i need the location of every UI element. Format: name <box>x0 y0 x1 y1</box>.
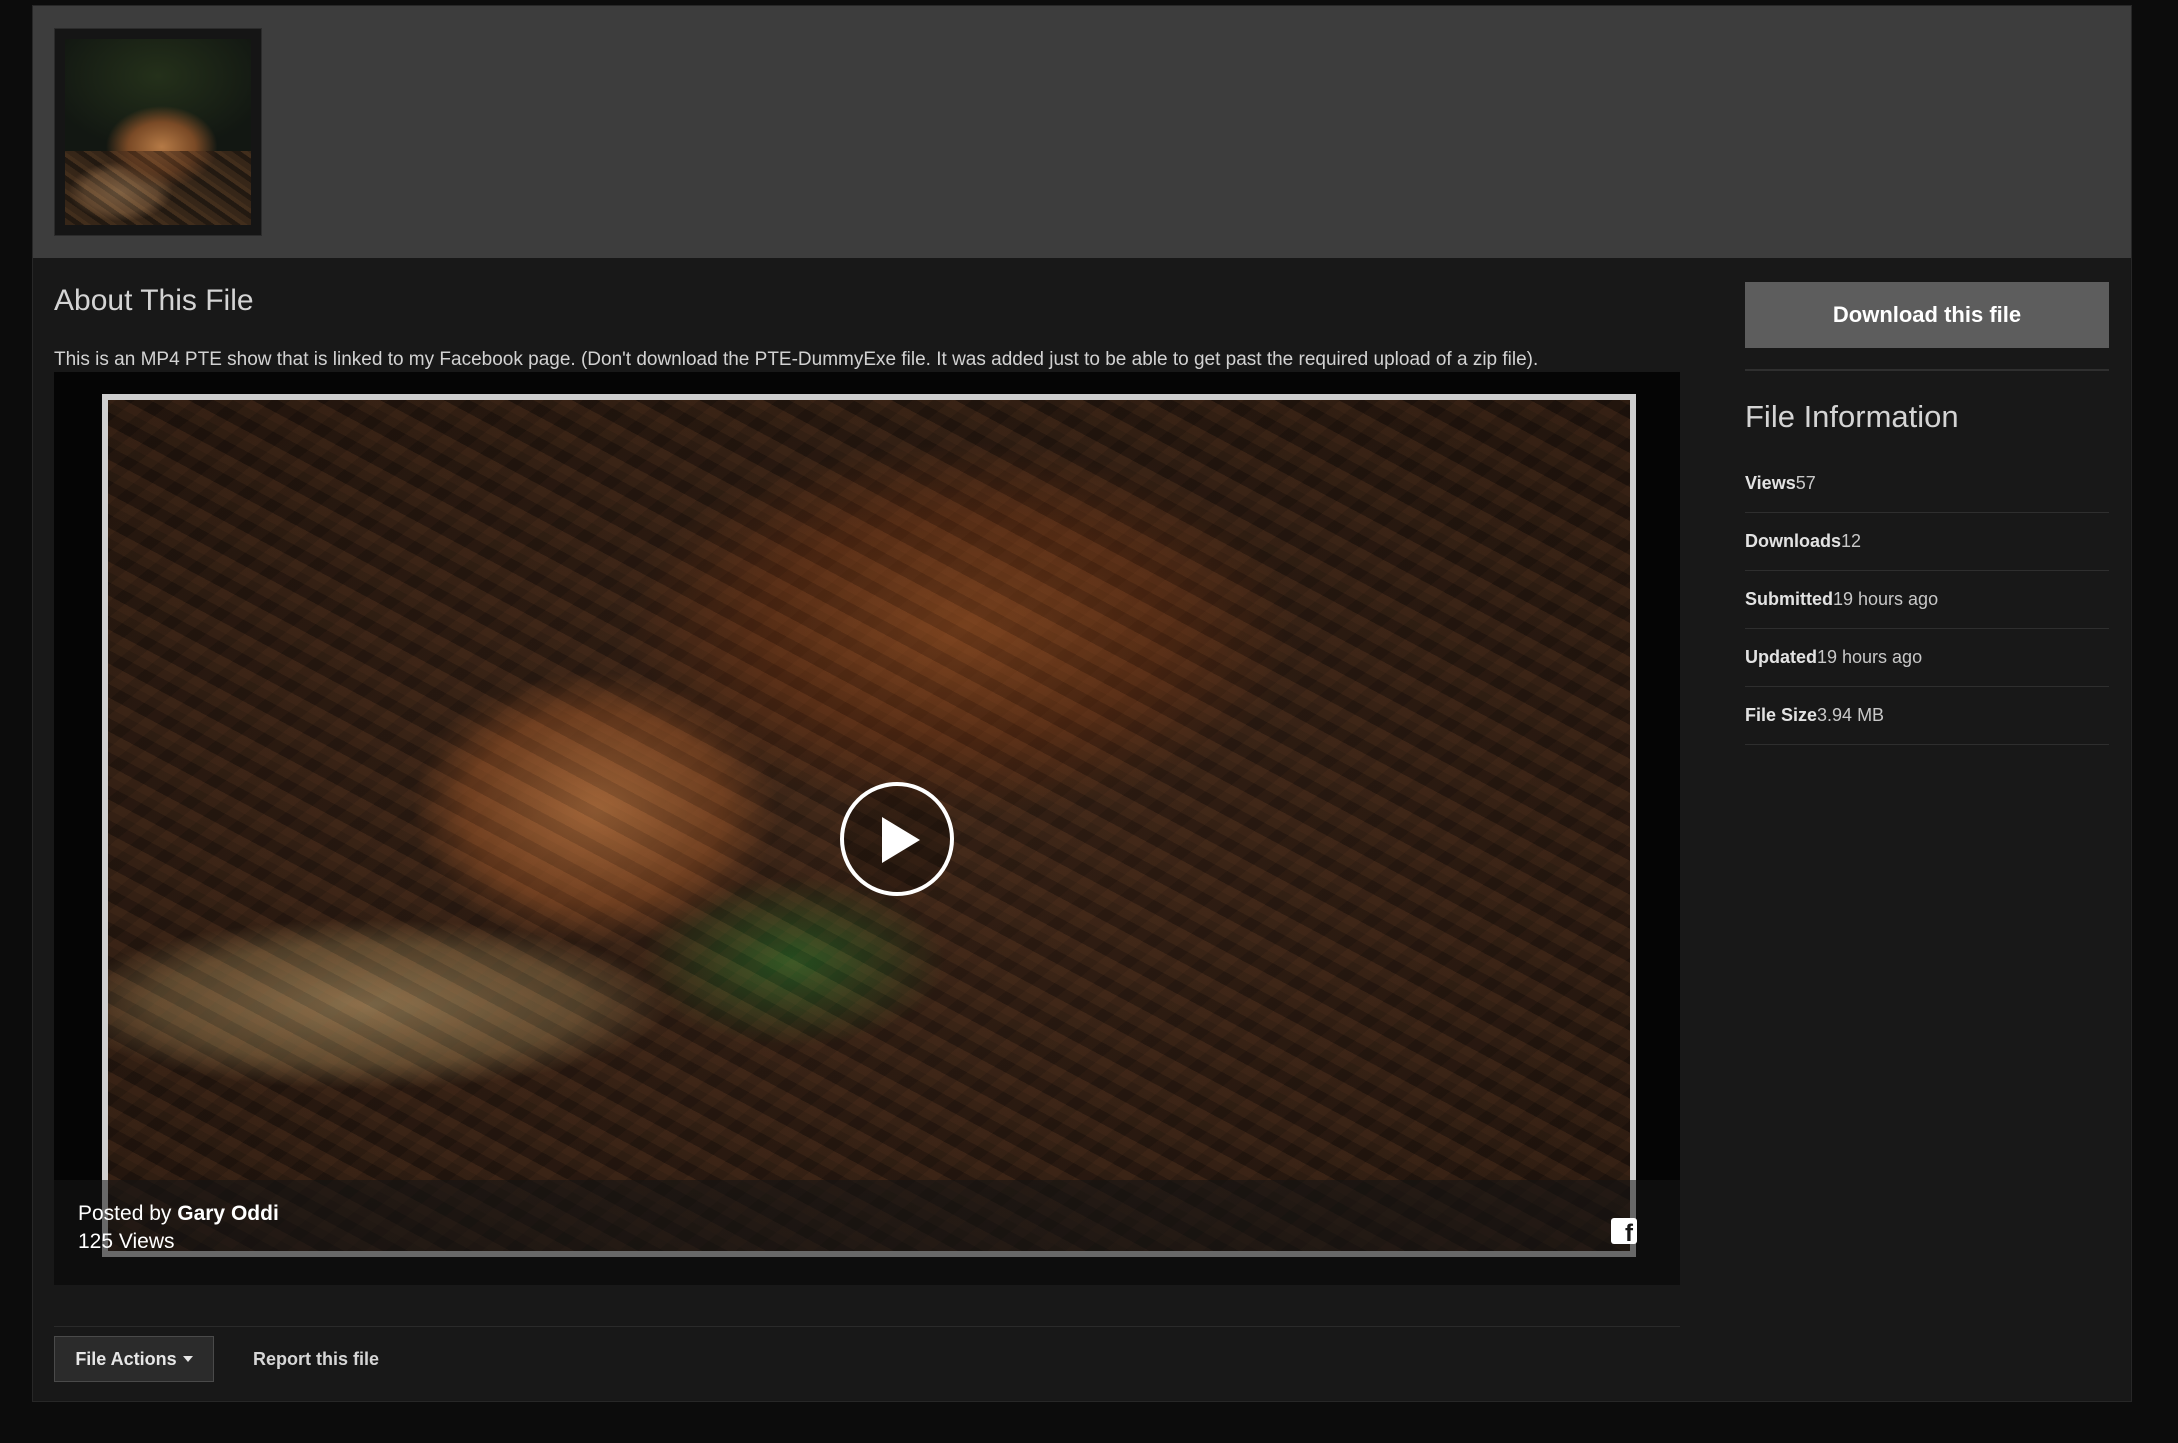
sidebar-divider <box>1745 369 2109 371</box>
file-page-card: About This File This is an MP4 PTE show … <box>32 5 2132 1402</box>
info-value: 19 hours ago <box>1833 589 1939 609</box>
report-file-link[interactable]: Report this file <box>253 1349 379 1370</box>
info-row-file-size: File Size 3.94 MB <box>1745 687 2109 745</box>
info-row-submitted: Submitted 19 hours ago <box>1745 571 2109 629</box>
thumbnail-image <box>65 39 251 225</box>
actions-divider <box>54 1326 1680 1327</box>
info-row-downloads: Downloads 12 <box>1745 513 2109 571</box>
file-actions-button[interactable]: File Actions <box>54 1336 214 1382</box>
info-key: Submitted <box>1745 589 1833 609</box>
info-value: 3.94 MB <box>1817 705 1885 725</box>
facebook-icon[interactable]: f <box>1611 1218 1637 1246</box>
info-key: Updated <box>1745 647 1817 667</box>
info-value: 12 <box>1841 531 1862 551</box>
video-info-bar <box>54 1180 1680 1285</box>
info-value: 19 hours ago <box>1817 647 1923 667</box>
posted-by: Posted by Gary Oddi <box>78 1202 279 1226</box>
play-button[interactable] <box>840 782 954 896</box>
info-value: 57 <box>1795 473 1816 493</box>
download-button[interactable]: Download this file <box>1745 282 2109 348</box>
file-thumbnail[interactable] <box>54 28 262 236</box>
posted-by-prefix: Posted by <box>78 1202 172 1225</box>
info-key: Downloads <box>1745 531 1842 551</box>
file-actions-label: File Actions <box>75 1348 177 1369</box>
info-row-updated: Updated 19 hours ago <box>1745 629 2109 687</box>
info-key: Views <box>1745 473 1796 493</box>
caret-down-icon <box>182 1356 193 1362</box>
info-key: File Size <box>1745 705 1818 725</box>
header-band <box>33 6 2131 258</box>
video-views: 125 Views <box>78 1230 175 1253</box>
file-info-list: Views 57 Downloads 12 Submitted 19 hours ag… <box>1745 455 2109 745</box>
file-information-title: File Information <box>1745 399 1959 434</box>
about-description: This is an MP4 PTE show that is linked t… <box>54 349 1539 370</box>
play-icon <box>882 817 920 863</box>
info-row-views: Views 57 <box>1745 455 2109 513</box>
author-name[interactable]: Gary Oddi <box>177 1202 279 1225</box>
about-title: About This File <box>54 284 254 317</box>
